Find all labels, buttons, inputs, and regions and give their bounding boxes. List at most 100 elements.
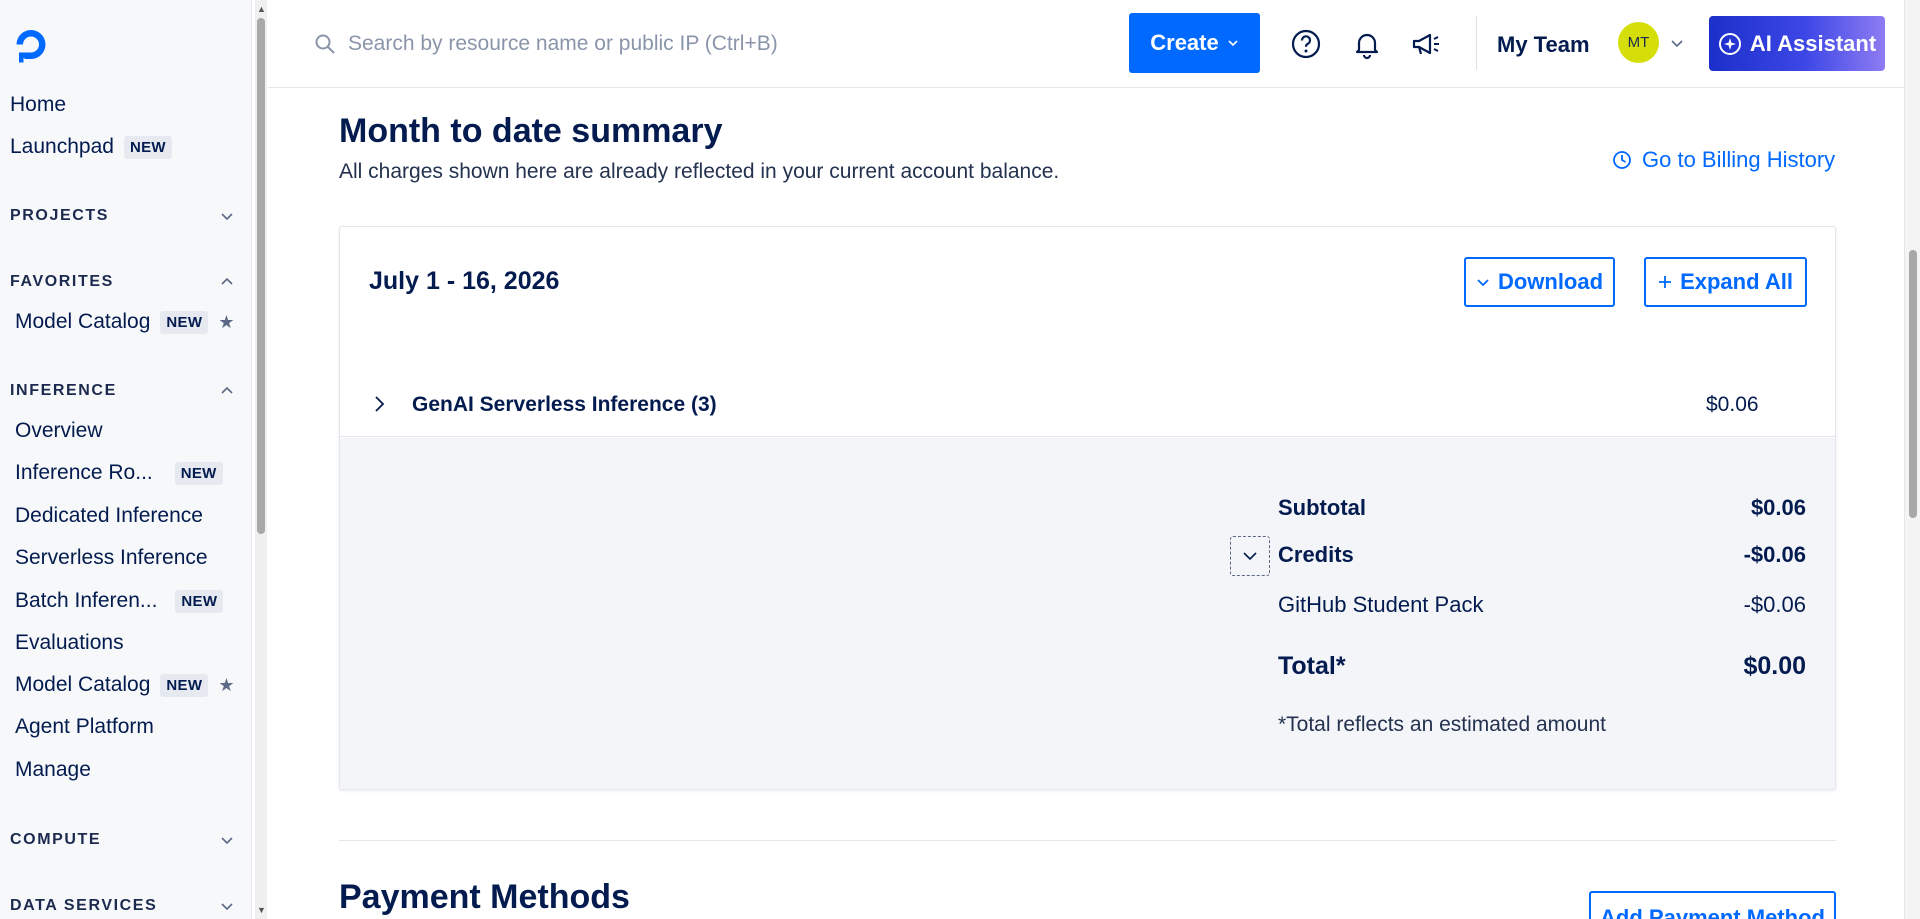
new-badge: NEW [123, 135, 172, 159]
team-name[interactable]: My Team [1497, 32, 1590, 58]
sidebar-section-projects[interactable]: PROJECTS [10, 207, 235, 225]
total-note: *Total reflects an estimated amount [1278, 713, 1607, 736]
search-input[interactable] [348, 24, 1048, 64]
sidebar-item-label: Model Catalog [15, 310, 151, 333]
chevron-down-icon [221, 903, 233, 911]
top-bar: Create My Team MT AI Assistant [268, 0, 1904, 88]
line-item-name: GenAI Serverless Inference (3) [412, 393, 717, 416]
ai-assistant-button[interactable]: AI Assistant [1709, 16, 1885, 71]
subtotal-value: $0.06 [1750, 495, 1806, 520]
chevron-down-icon[interactable] [1670, 36, 1684, 50]
billing-history-link[interactable]: Go to Billing History [1612, 147, 1835, 173]
chevron-down-icon [1228, 40, 1238, 47]
digitalocean-logo-icon[interactable] [10, 24, 52, 66]
create-button[interactable]: Create [1129, 13, 1260, 73]
total-label: Total* [1278, 652, 1346, 680]
new-badge: NEW [175, 589, 224, 613]
megaphone-icon[interactable] [1410, 28, 1442, 60]
sidebar-item-label: Home [10, 93, 67, 116]
payment-methods-title: Payment Methods [339, 878, 630, 916]
chevron-right-icon[interactable] [370, 395, 388, 413]
sidebar-item-label: Evaluations [15, 631, 124, 654]
sidebar-section-inference[interactable]: INFERENCE [10, 382, 235, 400]
sidebar-item-label: Manage [15, 758, 91, 781]
total-value: $0.00 [1743, 652, 1806, 680]
sidebar-item-favorite-model-catalog[interactable]: Model Catalog NEW ★ [15, 310, 234, 334]
sidebar-item-label: Overview [15, 419, 103, 442]
star-icon[interactable]: ★ [218, 675, 234, 696]
credits-value: -$0.06 [1743, 542, 1806, 567]
sidebar: Home Launchpad NEW PROJECTS FAVORITES Mo… [0, 0, 252, 919]
expand-all-button-label: Expand All [1680, 269, 1793, 294]
scroll-down-arrow-icon[interactable]: ▼ [257, 905, 266, 915]
sidebar-item-launchpad[interactable]: Launchpad NEW [10, 135, 172, 159]
billing-period: July 1 - 16, 2026 [369, 267, 560, 295]
sidebar-section-favorites[interactable]: FAVORITES [10, 273, 235, 291]
credits-toggle-button[interactable] [1230, 536, 1270, 576]
download-button-label: Download [1497, 269, 1604, 294]
section-label: PROJECTS [10, 207, 110, 224]
sidebar-section-data-services[interactable]: DATA SERVICES [10, 897, 235, 915]
new-badge: NEW [174, 461, 223, 485]
sidebar-item-label: Model Catalog [15, 673, 151, 696]
section-label: DATA SERVICES [10, 897, 158, 914]
sidebar-item-agent-platform[interactable]: Agent Platform [15, 715, 154, 739]
sidebar-item-manage[interactable]: Manage [15, 758, 91, 782]
toolbar-divider [1476, 16, 1477, 70]
section-label: FAVORITES [10, 273, 114, 290]
ai-sparkle-icon [1718, 32, 1741, 55]
avatar[interactable]: MT [1618, 22, 1659, 63]
new-badge: NEW [160, 673, 209, 697]
ai-assistant-label: AI Assistant [1749, 30, 1877, 56]
sidebar-scrollbar-thumb[interactable] [257, 18, 265, 534]
star-icon[interactable]: ★ [218, 312, 234, 333]
sidebar-item-label: Agent Platform [15, 715, 154, 738]
sidebar-item-label: Batch Inferen... [15, 589, 158, 612]
section-label: INFERENCE [10, 382, 117, 399]
new-badge: NEW [160, 310, 209, 334]
sidebar-item-label: Dedicated Inference [15, 504, 203, 527]
section-divider [339, 840, 1836, 841]
help-icon[interactable] [1290, 28, 1322, 60]
plus-icon [1659, 276, 1672, 288]
sidebar-item-dedicated-inference[interactable]: Dedicated Inference [15, 504, 203, 528]
page-scrollbar-thumb[interactable] [1909, 250, 1917, 518]
billing-summary-card: July 1 - 16, 2026 Download Expand All Ge… [339, 226, 1836, 790]
line-item-row[interactable]: GenAI Serverless Inference (3) $0.06 [340, 375, 1835, 437]
chevron-up-icon [221, 386, 233, 394]
sidebar-scrollbar[interactable]: ▲ ▼ [255, 0, 267, 919]
sidebar-item-batch-inference[interactable]: Batch Inferen... NEW [15, 589, 224, 613]
credit-item-name: GitHub Student Pack [1278, 592, 1484, 617]
sidebar-item-overview[interactable]: Overview [15, 419, 103, 443]
page-title: Month to date summary [339, 112, 723, 150]
chevron-up-icon [221, 277, 233, 285]
expand-all-button[interactable]: Expand All [1644, 257, 1807, 307]
credit-item-amount: -$0.06 [1743, 592, 1806, 617]
line-item-amount: $0.06 [1706, 393, 1759, 416]
scroll-up-arrow-icon[interactable]: ▲ [257, 4, 266, 14]
add-payment-method-label: Add Payment Method [1600, 905, 1825, 919]
page-scrollbar[interactable] [1904, 0, 1920, 919]
chevron-down-icon [1477, 279, 1489, 287]
sidebar-section-compute[interactable]: COMPUTE [10, 831, 235, 849]
sidebar-item-home[interactable]: Home [10, 93, 66, 117]
sidebar-item-label: Launchpad [10, 135, 114, 158]
chevron-down-icon [1243, 552, 1257, 561]
search-icon [315, 34, 335, 54]
credits-label: Credits [1278, 542, 1354, 567]
subtotal-label: Subtotal [1278, 495, 1366, 520]
sidebar-item-model-catalog[interactable]: Model Catalog NEW ★ [15, 673, 234, 697]
sidebar-item-label: Inference Ro... [15, 461, 153, 484]
chevron-down-icon [221, 837, 233, 845]
sidebar-item-serverless-inference[interactable]: Serverless Inference [15, 546, 208, 570]
page-subtitle: All charges shown here are already refle… [339, 160, 1060, 183]
bell-icon[interactable] [1351, 28, 1383, 60]
totals-summary: Subtotal $0.06 Credits -$0.06 GitHub Stu… [340, 438, 1835, 789]
add-payment-method-button[interactable]: Add Payment Method [1589, 891, 1836, 919]
sidebar-item-inference-router[interactable]: Inference Ro... NEW [15, 461, 223, 485]
chevron-down-icon [221, 213, 233, 221]
download-button[interactable]: Download [1464, 257, 1615, 307]
clock-icon [1613, 151, 1631, 169]
sidebar-item-evaluations[interactable]: Evaluations [15, 631, 124, 655]
section-label: COMPUTE [10, 831, 102, 848]
